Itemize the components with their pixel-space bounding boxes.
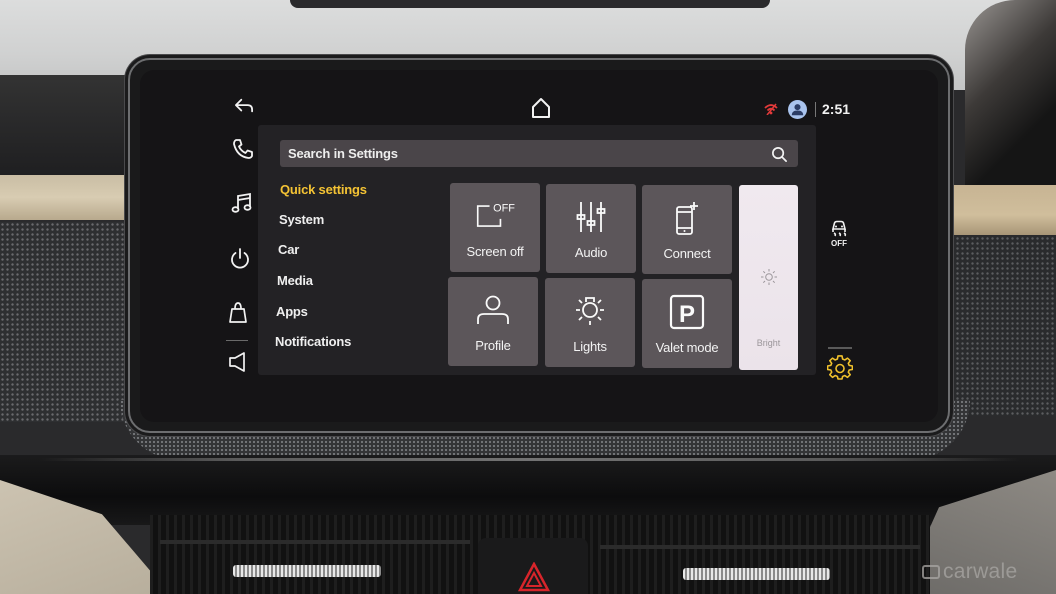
menu-item-system[interactable]: System: [279, 212, 324, 227]
esc-off-text: OFF: [831, 239, 847, 247]
dashboard-left-panel: [0, 75, 140, 185]
brightness-label: Bright: [756, 338, 781, 348]
brightness-slider[interactable]: Bright: [739, 185, 798, 370]
tile-label: Screen off: [466, 244, 524, 259]
phone-connect-icon: [667, 199, 707, 239]
tile-valet-mode[interactable]: P Valet mode: [642, 279, 732, 368]
menu-item-notifications[interactable]: Notifications: [275, 334, 351, 349]
watermark-logo-icon: [922, 565, 940, 579]
shopping-bag-icon[interactable]: [228, 301, 248, 323]
tile-lights[interactable]: Lights: [545, 278, 635, 367]
search-placeholder: Search in Settings: [288, 146, 398, 161]
user-avatar-icon[interactable]: [788, 100, 807, 119]
tile-label: Lights: [573, 339, 607, 354]
rail-divider: [226, 340, 248, 341]
menu-item-apps[interactable]: Apps: [276, 304, 308, 319]
speaker-mesh-right: [950, 236, 1056, 416]
tile-label: Profile: [475, 338, 511, 353]
music-note-icon[interactable]: [230, 191, 254, 215]
phone-icon[interactable]: [231, 137, 255, 161]
no-signal-icon: [764, 103, 778, 115]
light-bulb-icon: [570, 292, 610, 332]
tile-label: Valet mode: [655, 340, 719, 355]
parking-p-text: P: [679, 301, 695, 328]
power-icon[interactable]: [229, 246, 251, 270]
watermark-text: carwale: [943, 560, 1018, 583]
tile-label: Connect: [663, 246, 711, 261]
search-icon[interactable]: [771, 146, 788, 163]
beige-trim-left: [0, 175, 132, 220]
profile-icon: [473, 291, 513, 331]
status-separator: [815, 102, 816, 117]
equalizer-sliders-icon: [571, 198, 611, 238]
home-icon[interactable]: [530, 97, 552, 119]
defrost-vent: [290, 0, 770, 8]
tile-profile[interactable]: Profile: [448, 277, 538, 366]
instrument-cluster-hood: [965, 0, 1056, 190]
right-rail-divider: [828, 347, 852, 349]
speaker-mesh-left: [0, 222, 135, 422]
hazard-triangle-icon: [518, 562, 550, 592]
vent-slat: [160, 540, 470, 544]
vent-knob-right[interactable]: [683, 568, 830, 580]
chrome-strip: [40, 458, 1020, 461]
menu-item-media[interactable]: Media: [277, 273, 313, 288]
parking-p-icon: P: [667, 293, 707, 333]
menu-item-quick-settings[interactable]: Quick settings: [280, 182, 367, 197]
clock: 2:51: [822, 101, 851, 117]
tile-label: Audio: [574, 245, 608, 260]
screen-off-icon: OFF: [475, 197, 515, 237]
search-input[interactable]: Search in Settings: [280, 140, 798, 167]
tile-screen-off[interactable]: OFF Screen off: [450, 183, 540, 272]
settings-gear-icon[interactable]: [827, 355, 853, 381]
brightness-sun-icon: [760, 268, 778, 286]
tile-audio[interactable]: Audio: [546, 184, 636, 273]
back-arrow-icon[interactable]: [233, 97, 255, 115]
menu-item-car[interactable]: Car: [278, 242, 299, 257]
traction-control-off-icon[interactable]: OFF: [828, 219, 850, 247]
vent-slat: [600, 545, 920, 549]
speaker-icon[interactable]: [228, 351, 248, 373]
watermark: carwale: [922, 560, 1017, 584]
tile-connect[interactable]: Connect: [642, 185, 732, 274]
screen-off-icon-text: OFF: [493, 203, 515, 215]
beige-trim-right: [950, 185, 1056, 235]
vent-knob-left[interactable]: [233, 565, 381, 577]
